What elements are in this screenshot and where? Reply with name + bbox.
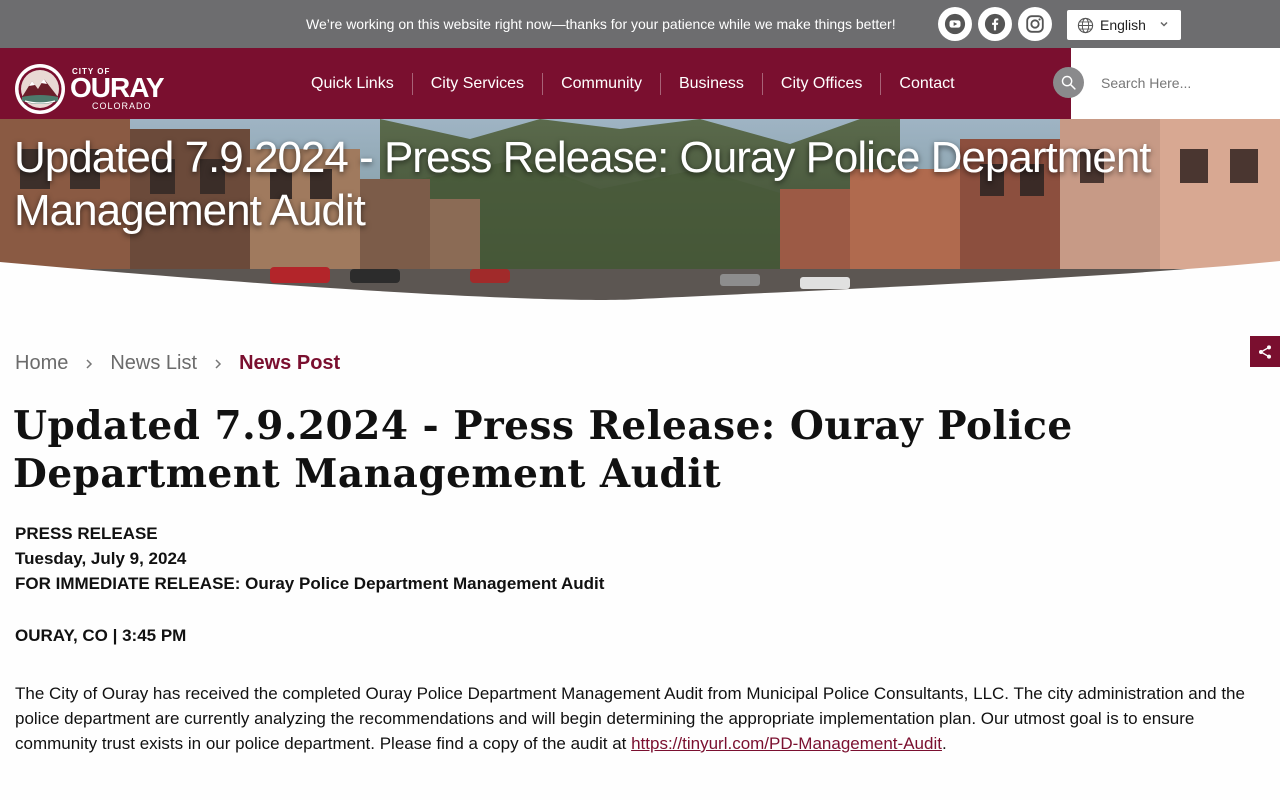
language-select[interactable]: English bbox=[1067, 10, 1181, 40]
nav-community[interactable]: Community bbox=[543, 72, 661, 95]
main-navbar: CITY OF OURAY COLORADO Quick Links City … bbox=[0, 48, 1280, 119]
press-release-meta: PRESS RELEASE Tuesday, July 9, 2024 FOR … bbox=[15, 521, 604, 596]
youtube-link[interactable] bbox=[938, 7, 972, 41]
breadcrumb-news-list[interactable]: News List bbox=[110, 352, 197, 375]
globe-icon bbox=[1077, 17, 1094, 33]
meta-date: Tuesday, July 9, 2024 bbox=[15, 549, 187, 568]
meta-press-release: PRESS RELEASE bbox=[15, 524, 158, 543]
chevron-down-icon bbox=[1160, 21, 1168, 27]
paragraph-end: . bbox=[941, 734, 947, 753]
hero-banner: Updated 7.9.2024 - Press Release: Ouray … bbox=[0, 119, 1280, 304]
announcement-bar: We’re working on this website right now—… bbox=[0, 0, 1280, 48]
breadcrumb: Home News List News Post bbox=[15, 352, 340, 375]
nav-city-services[interactable]: City Services bbox=[413, 72, 544, 95]
meta-immediate-release: FOR IMMEDIATE RELEASE: Ouray Police Depa… bbox=[15, 574, 605, 593]
facebook-icon bbox=[984, 13, 1006, 35]
search-button[interactable] bbox=[1053, 67, 1084, 98]
search-box bbox=[1071, 48, 1280, 119]
nav-contact[interactable]: Contact bbox=[881, 73, 972, 95]
announcement-text: We’re working on this website right now—… bbox=[306, 16, 896, 32]
nav-menu: Quick Links City Services Community Busi… bbox=[293, 48, 973, 119]
share-button[interactable] bbox=[1250, 336, 1280, 367]
page-title: Updated 7.9.2024 - Press Release: Ouray … bbox=[13, 403, 1073, 497]
facebook-link[interactable] bbox=[978, 7, 1012, 41]
paragraph-text: The City of Ouray has received the compl… bbox=[15, 684, 1245, 753]
dateline: OURAY, CO | 3:45 PM bbox=[15, 626, 187, 645]
article-paragraph: The City of Ouray has received the compl… bbox=[15, 681, 1255, 756]
nav-city-offices[interactable]: City Offices bbox=[763, 72, 882, 95]
instagram-icon bbox=[1026, 15, 1044, 33]
logo-colorado: COLORADO bbox=[92, 101, 152, 111]
share-icon bbox=[1259, 344, 1271, 359]
breadcrumb-home[interactable]: Home bbox=[15, 352, 68, 375]
hero-title: Updated 7.9.2024 - Press Release: Ouray … bbox=[14, 133, 1152, 235]
breadcrumb-news-post: News Post bbox=[239, 352, 341, 374]
audit-link[interactable]: https://tinyurl.com/PD-Management-Audit bbox=[631, 734, 942, 753]
chevron-right-icon bbox=[84, 358, 94, 370]
language-label: English bbox=[1100, 17, 1146, 33]
instagram-link[interactable] bbox=[1018, 7, 1052, 41]
chevron-right-icon bbox=[213, 358, 223, 370]
logo-ouray: OURAY bbox=[70, 72, 165, 103]
search-icon bbox=[1061, 75, 1076, 90]
search-input[interactable] bbox=[1101, 72, 1271, 94]
youtube-icon bbox=[944, 13, 966, 35]
nav-business[interactable]: Business bbox=[661, 72, 763, 95]
nav-quick-links[interactable]: Quick Links bbox=[293, 72, 413, 95]
